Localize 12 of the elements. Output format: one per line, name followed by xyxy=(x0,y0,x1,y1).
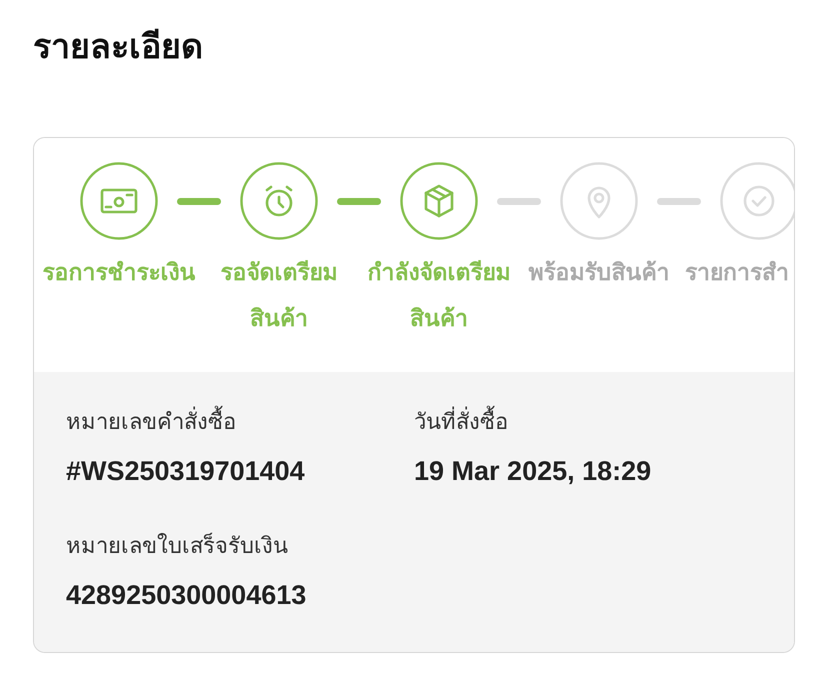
step-label: พร้อมรับสินค้า xyxy=(528,258,670,287)
detail-label: หมายเลขคำสั่งซื้อ xyxy=(66,408,236,436)
page-title: รายละเอียด xyxy=(33,27,203,67)
detail-value: 19 Mar 2025, 18:29 xyxy=(414,456,652,486)
step-label: รอการชำระเงิน xyxy=(42,258,196,287)
detail-label: วันที่สั่งซื้อ xyxy=(414,408,508,436)
step-label: รอจัดเตรียมสินค้า xyxy=(220,258,338,333)
detail-value: 4289250300004613 xyxy=(66,580,306,610)
detail-label: หมายเลขใบเสร็จรับเงิน xyxy=(66,532,288,560)
step-label: กำลังจัดเตรียมสินค้า xyxy=(366,258,512,333)
step-label: รายการสำ xyxy=(685,258,789,287)
detail-value: #WS250319701404 xyxy=(66,456,305,486)
